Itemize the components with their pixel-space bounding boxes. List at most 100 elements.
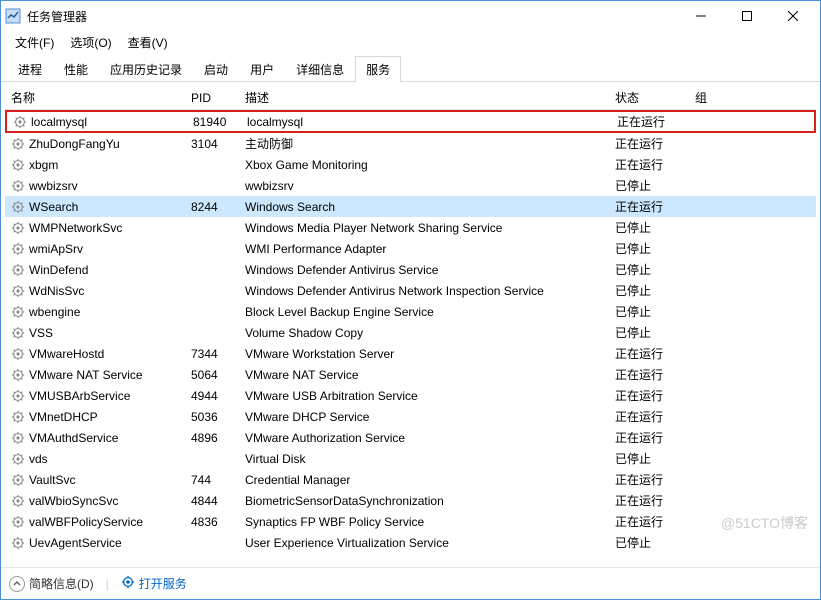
service-row[interactable]: VMAuthdService 4896VMware Authorization S… <box>5 427 816 448</box>
header-status[interactable]: 状态 <box>609 89 689 106</box>
service-icon <box>11 347 25 361</box>
service-row[interactable]: wbengineBlock Level Backup Engine Servic… <box>5 301 816 322</box>
service-list[interactable]: localmysql81940localmysql正在运行ZhuDongFang… <box>5 110 816 563</box>
tab-3[interactable]: 启动 <box>193 56 239 82</box>
service-pid: 4836 <box>185 515 239 529</box>
service-status: 正在运行 <box>609 198 689 215</box>
content-area: 名称 PID 描述 状态 组 localmysql81940localmysql… <box>1 82 820 567</box>
service-row[interactable]: UevAgentService User Experience Virtualiz… <box>5 532 816 553</box>
service-row[interactable]: wwbizsrvwwbizsrv已停止 <box>5 175 816 196</box>
service-status: 正在运行 <box>609 156 689 173</box>
window-title: 任务管理器 <box>27 8 678 25</box>
header-desc[interactable]: 描述 <box>239 89 609 106</box>
service-row[interactable]: localmysql81940localmysql正在运行 <box>5 110 816 133</box>
service-icon <box>11 179 25 193</box>
service-row[interactable]: VMUSBArbService4944VMware USB Arbitratio… <box>5 385 816 406</box>
service-row[interactable]: VMwareHostd7344VMware Workstation Server… <box>5 343 816 364</box>
menu-options[interactable]: 选项(O) <box>64 32 117 53</box>
service-row[interactable]: VMnetDHCP5036VMware DHCP Service正在运行 <box>5 406 816 427</box>
service-row[interactable]: vdsVirtual Disk已停止 <box>5 448 816 469</box>
service-icon <box>11 368 25 382</box>
service-status: 正在运行 <box>609 471 689 488</box>
service-desc: Synaptics FP WBF Policy Service <box>239 515 609 529</box>
service-icon <box>11 326 25 340</box>
menu-view[interactable]: 查看(V) <box>122 32 174 53</box>
service-icon <box>13 115 27 129</box>
service-desc: 主动防御 <box>239 135 609 152</box>
service-status: 已停止 <box>609 282 689 299</box>
tab-2[interactable]: 应用历史记录 <box>99 56 193 82</box>
service-icon <box>11 389 25 403</box>
service-icon <box>11 473 25 487</box>
service-pid: 7344 <box>185 347 239 361</box>
service-row[interactable]: WMPNetworkSvcWindows Media Player Networ… <box>5 217 816 238</box>
service-icon <box>11 305 25 319</box>
service-pid: 4844 <box>185 494 239 508</box>
open-services-link[interactable]: 打开服务 <box>121 575 187 592</box>
service-icon <box>11 221 25 235</box>
service-icon <box>11 536 25 550</box>
service-row[interactable]: WSearch8244Windows Search正在运行 <box>5 196 816 217</box>
window-controls <box>678 1 816 31</box>
service-name: valWBFPolicyService <box>29 515 143 529</box>
header-name[interactable]: 名称 <box>5 89 185 106</box>
service-icon <box>11 452 25 466</box>
service-desc: User Experience Virtualization Service <box>239 536 609 550</box>
service-name: ZhuDongFangYu <box>29 137 120 151</box>
chevron-up-icon <box>9 576 25 592</box>
service-icon <box>11 158 25 172</box>
service-name: WinDefend <box>29 263 88 277</box>
service-desc: Windows Search <box>239 200 609 214</box>
service-row[interactable]: VaultSvc744Credential Manager正在运行 <box>5 469 816 490</box>
service-icon <box>11 410 25 424</box>
service-desc: wwbizsrv <box>239 179 609 193</box>
close-button[interactable] <box>770 1 816 31</box>
service-pid: 5036 <box>185 410 239 424</box>
service-row[interactable]: wmiApSrvWMI Performance Adapter已停止 <box>5 238 816 259</box>
service-row[interactable]: VSSVolume Shadow Copy已停止 <box>5 322 816 343</box>
service-name: UevAgentService <box>29 536 122 550</box>
service-name: WMPNetworkSvc <box>29 221 122 235</box>
service-icon <box>11 494 25 508</box>
menu-file[interactable]: 文件(F) <box>9 32 60 53</box>
tab-6[interactable]: 服务 <box>355 56 401 82</box>
column-headers: 名称 PID 描述 状态 组 <box>5 86 816 110</box>
service-row[interactable]: valWbioSyncSvc4844BiometricSensorDataSyn… <box>5 490 816 511</box>
titlebar[interactable]: 任务管理器 <box>1 1 820 31</box>
maximize-button[interactable] <box>724 1 770 31</box>
service-icon <box>11 137 25 151</box>
service-desc: Virtual Disk <box>239 452 609 466</box>
service-name: WSearch <box>29 200 78 214</box>
service-name: wbengine <box>29 305 80 319</box>
service-row[interactable]: xbgmXbox Game Monitoring正在运行 <box>5 154 816 175</box>
tab-0[interactable]: 进程 <box>7 56 53 82</box>
service-row[interactable]: VMware NAT Service5064VMware NAT Service… <box>5 364 816 385</box>
tab-4[interactable]: 用户 <box>239 56 285 82</box>
service-row[interactable]: WdNisSvcWindows Defender Antivirus Netwo… <box>5 280 816 301</box>
tab-5[interactable]: 详细信息 <box>285 56 355 82</box>
service-pid: 4896 <box>185 431 239 445</box>
service-pid: 744 <box>185 473 239 487</box>
service-name: VaultSvc <box>29 473 75 487</box>
service-desc: VMware Authorization Service <box>239 431 609 445</box>
service-desc: VMware DHCP Service <box>239 410 609 424</box>
service-desc: localmysql <box>241 115 611 129</box>
service-desc: Volume Shadow Copy <box>239 326 609 340</box>
service-name: VMAuthdService <box>29 431 118 445</box>
service-status: 正在运行 <box>609 492 689 509</box>
service-row[interactable]: valWBFPolicyService 4836Synaptics FP WBF … <box>5 511 816 532</box>
fewer-details-button[interactable]: 简略信息(D) <box>9 575 94 592</box>
header-pid[interactable]: PID <box>185 91 239 105</box>
footer: 简略信息(D) | 打开服务 <box>1 567 820 599</box>
header-group[interactable]: 组 <box>689 89 749 106</box>
service-status: 正在运行 <box>609 345 689 362</box>
service-row[interactable]: ZhuDongFangYu3104主动防御正在运行 <box>5 133 816 154</box>
service-desc: VMware USB Arbitration Service <box>239 389 609 403</box>
service-desc: Windows Defender Antivirus Service <box>239 263 609 277</box>
task-manager-window: 任务管理器 文件(F) 选项(O) 查看(V) 进程性能应用历史记录启动用户详细… <box>0 0 821 600</box>
minimize-button[interactable] <box>678 1 724 31</box>
tab-1[interactable]: 性能 <box>53 56 99 82</box>
service-status: 已停止 <box>609 240 689 257</box>
service-row[interactable]: WinDefend Windows Defender Antivirus Serv… <box>5 259 816 280</box>
service-name: wwbizsrv <box>29 179 78 193</box>
